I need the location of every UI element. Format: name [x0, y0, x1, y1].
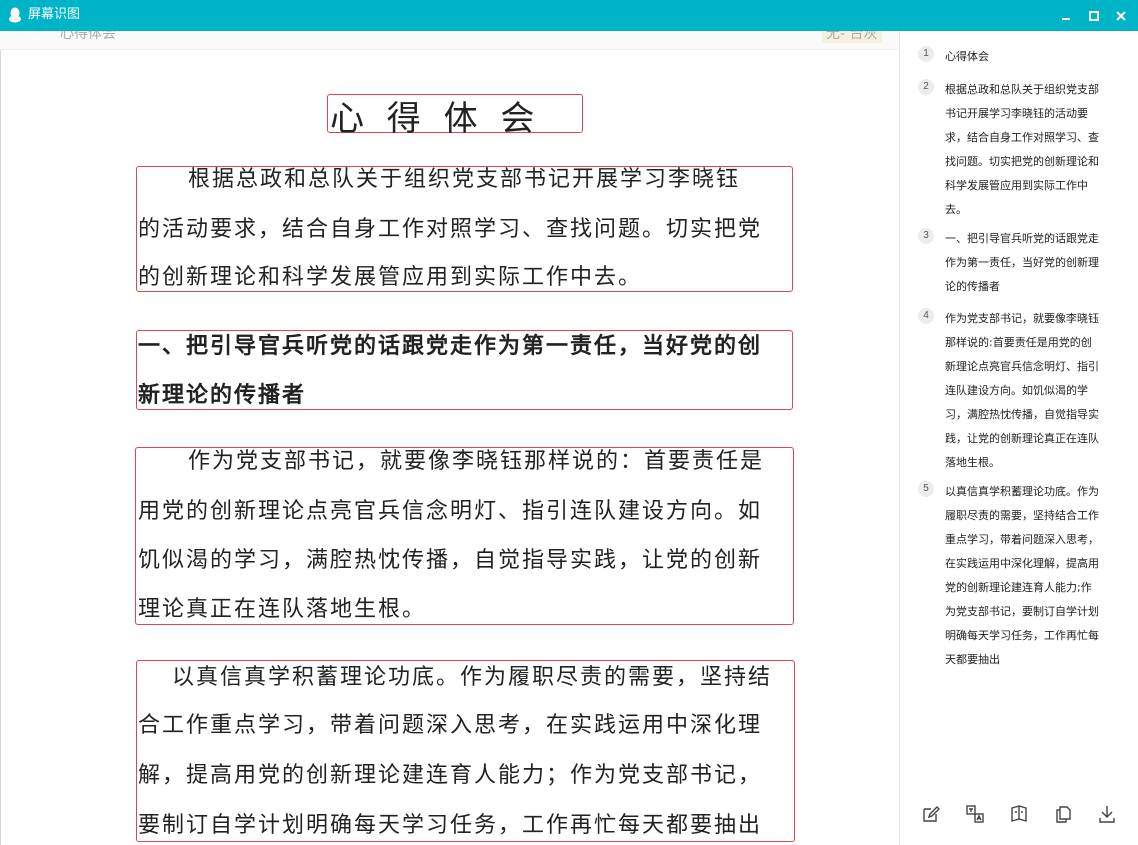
result-number: 4 — [918, 308, 934, 324]
result-item-5[interactable]: 5 以真信真学积蓄理论功底。作为 履职尽责的需要，坚持结合工作 重点学习，带着问题深入… — [918, 480, 1128, 672]
result-text-line: 践，让党的创新理论真正在连队 — [945, 432, 1099, 445]
result-text-line: 求，结合自身工作对照学习、查 — [945, 131, 1099, 144]
result-text-line: 连队建设方向。如饥似渴的学 — [945, 384, 1088, 397]
result-panel: 1 心得体会 2 根据总政和总队关于组织党支部 书记开展学习李晓钰的活动要 求，结合自身工… — [899, 31, 1138, 845]
maximize-icon[interactable] — [1083, 5, 1105, 27]
background-doc-strip: 心得体会 无- 台灰 — [0, 31, 898, 50]
para1-line1: 根据总政和总队关于组织党支部书记开展学习李晓钰 — [188, 167, 741, 192]
result-text-line: 重点学习，带着问题深入思考， — [945, 533, 1099, 546]
result-text-line: 新理论点亮官兵信念明灯、指引 — [945, 360, 1099, 373]
result-text-line: 科学发展管应用到实际工作中 — [945, 179, 1088, 192]
result-text-line: 落地生根。 — [945, 456, 1000, 469]
book-icon[interactable] — [1008, 803, 1030, 825]
translate-icon[interactable] — [964, 803, 986, 825]
divider — [0, 31, 1, 845]
para1-line3: 的创新理论和科学发展管应用到实际工作中去。 — [138, 265, 643, 290]
result-text-line: 天都要抽出 — [945, 653, 1000, 666]
copy-icon[interactable] — [1052, 803, 1074, 825]
heading-line2: 新理论的传播者 — [138, 382, 307, 408]
result-text-line: 为党支部书记，要制订自学计划 — [945, 605, 1099, 618]
result-text-line: 一、把引导官兵听党的话跟党走 — [945, 232, 1099, 245]
recognized-image: 心得体会 无- 台灰 心 得 体 会 根据总政和总队关于组织党支部书记开展学习李… — [0, 31, 898, 845]
result-text: 作为党支部书记，就要像李晓钰 那样说的:首要责任是用党的创 新理论点亮官兵信念明灯、… — [945, 307, 1117, 475]
para3-line4: 要制订自学计划明确每天学习任务，工作再忙每天都要抽出 — [138, 813, 763, 838]
background-doc-title: 心得体会 — [60, 31, 116, 42]
window-title: 屏幕识图 — [28, 7, 81, 22]
result-text-line: 习，满腔热忱传播，自觉指导实 — [945, 408, 1099, 421]
penguin-icon — [8, 7, 22, 23]
result-number: 5 — [918, 481, 934, 497]
result-item-2[interactable]: 2 根据总政和总队关于组织党支部 书记开展学习李晓钰的活动要 求，结合自身工作对照学习… — [918, 78, 1128, 222]
result-text-line: 履职尽责的需要，坚持结合工作 — [945, 509, 1099, 522]
para3-line2: 合工作重点学习，带着问题深入思考，在实践运用中深化理 — [138, 713, 763, 738]
result-number: 1 — [918, 46, 934, 62]
heading-line1: 一、把引导官兵听党的话跟党走作为第一责任，当好党的创 — [138, 333, 763, 359]
result-text-line: 明确每天学习任务，工作再忙每 — [945, 629, 1099, 642]
result-number: 3 — [918, 228, 934, 244]
result-text-line: 根据总政和总队关于组织党支部 — [945, 83, 1099, 96]
download-icon[interactable] — [1096, 803, 1118, 825]
result-toolbar — [900, 803, 1138, 833]
para2-line3: 饥似渴的学习，满腔热忱传播，自觉指导实践，让党的创新 — [138, 548, 763, 573]
result-item-3[interactable]: 3 一、把引导官兵听党的话跟党走 作为第一责任，当好党的创新理 论的传播者 — [918, 227, 1128, 299]
para2-line2: 用党的创新理论点亮官兵信念明灯、指引连队建设方向。如 — [138, 499, 763, 524]
result-number: 2 — [918, 79, 934, 95]
minimize-icon[interactable] — [1055, 5, 1077, 27]
result-text-line: 论的传播者 — [945, 280, 1000, 293]
result-text-line: 以真信真学积蓄理论功底。作为 — [945, 485, 1099, 498]
result-text: 根据总政和总队关于组织党支部 书记开展学习李晓钰的活动要 求，结合自身工作对照学习、… — [945, 78, 1117, 222]
result-text: 一、把引导官兵听党的话跟党走 作为第一责任，当好党的创新理 论的传播者 — [945, 227, 1117, 299]
background-doc-label: 无- 台灰 — [822, 31, 882, 43]
result-text-line: 去。 — [945, 203, 967, 216]
result-text-line: 在实践运用中深化理解，提高用 — [945, 557, 1099, 570]
para1-line2: 的活动要求，结合自身工作对照学习、查找问题。切实把党 — [138, 217, 763, 242]
result-text: 以真信真学积蓄理论功底。作为 履职尽责的需要，坚持结合工作 重点学习，带着问题深入思… — [945, 480, 1117, 672]
title-bar: 屏幕识图 — [0, 0, 1138, 31]
result-text-line: 心得体会 — [945, 50, 989, 63]
result-text-line: 找问题。切实把党的创新理论和 — [945, 155, 1099, 168]
result-item-4[interactable]: 4 作为党支部书记，就要像李晓钰 那样说的:首要责任是用党的创 新理论点亮官兵信念明灯… — [918, 307, 1128, 475]
result-text-line: 书记开展学习李晓钰的活动要 — [945, 107, 1088, 120]
para2-line4: 理论真正在连队落地生根。 — [138, 597, 427, 622]
result-text-line: 作为第一责任，当好党的创新理 — [945, 256, 1099, 269]
edit-icon[interactable] — [920, 803, 942, 825]
para2-line1: 作为党支部书记，就要像李晓钰那样说的：首要责任是 — [188, 449, 765, 474]
para3-line1: 以真信真学积蓄理论功底。作为履职尽责的需要，坚持结 — [172, 665, 773, 690]
result-text-line: 党的创新理论建连育人能力;作 — [945, 581, 1092, 594]
result-item-1[interactable]: 1 心得体会 — [918, 45, 1128, 69]
result-text-line: 作为党支部书记，就要像李晓钰 — [945, 312, 1099, 325]
result-text: 心得体会 — [945, 45, 1117, 69]
para3-line3: 解，提高用党的创新理论建连育人能力；作为党支部书记， — [138, 763, 763, 788]
result-text-line: 那样说的:首要责任是用党的创 — [945, 336, 1092, 349]
close-icon[interactable] — [1110, 5, 1132, 27]
doc-title: 心 得 体 会 — [330, 99, 541, 139]
